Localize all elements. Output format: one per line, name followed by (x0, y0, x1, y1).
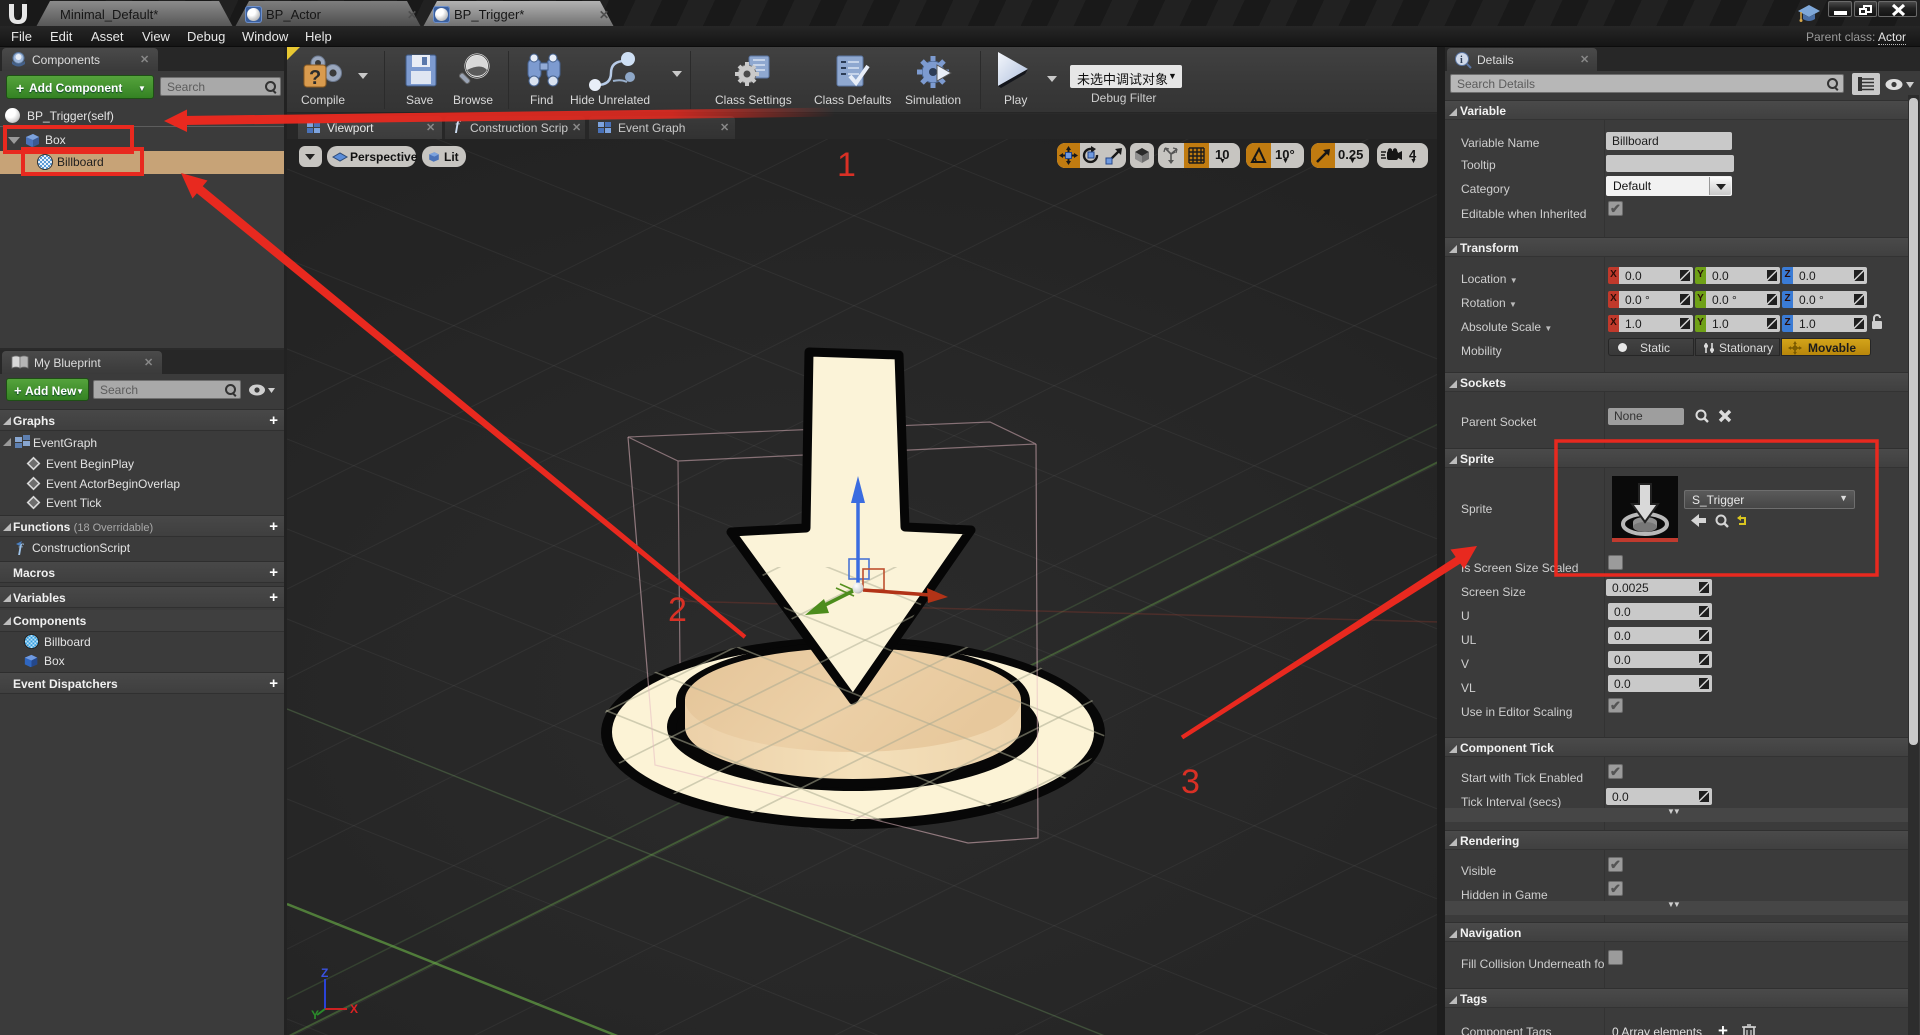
svg-text:i: i (1460, 55, 1463, 66)
svg-text:?: ? (309, 67, 321, 89)
svg-text:X: X (350, 1002, 358, 1016)
svg-text:Y: Y (311, 1008, 319, 1019)
svg-text:Z: Z (321, 967, 328, 980)
